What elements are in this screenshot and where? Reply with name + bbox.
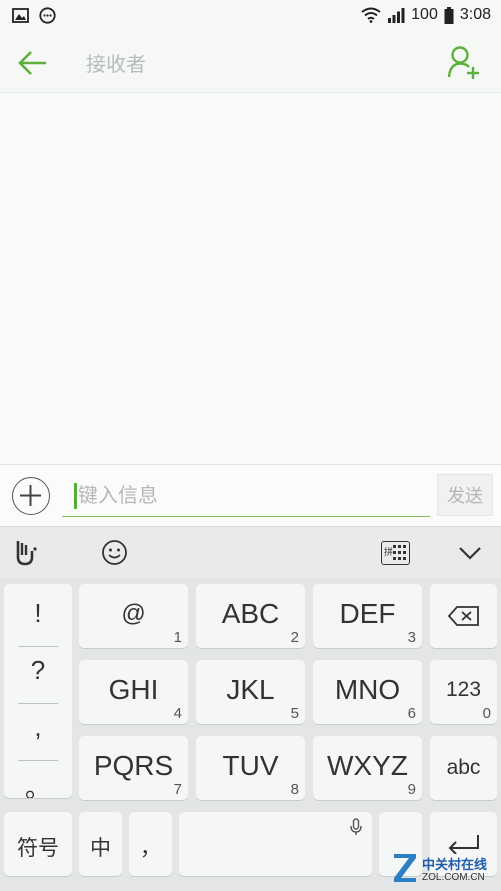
key-label: @: [121, 600, 146, 627]
keyboard: ! ? , 。 @ 1 ABC 2 DEF 3 GHI 4 JKL 5 MNO …: [0, 578, 501, 891]
key-wxyz[interactable]: WXYZ 9: [313, 736, 422, 800]
backspace-icon: [448, 606, 479, 626]
key-number: 7: [173, 781, 182, 798]
symbol-key[interactable]: !: [4, 584, 72, 641]
add-contact-icon: [447, 46, 479, 79]
key-label: TUV: [222, 750, 279, 781]
add-contact-button[interactable]: [447, 44, 481, 80]
symbol-key[interactable]: ?: [4, 641, 72, 698]
key-label: JKL: [226, 674, 275, 705]
symbol-key[interactable]: 。: [4, 754, 72, 798]
key-number: 6: [407, 705, 416, 722]
abc-key[interactable]: abc: [430, 736, 497, 800]
key-tuv[interactable]: TUV 8: [196, 736, 305, 800]
key-label: ，: [140, 836, 161, 860]
watermark: 中关村在线 ZOL.COM.CN: [392, 852, 500, 888]
signal-icon: [388, 8, 405, 23]
key-pqrs[interactable]: PQRS 7: [79, 736, 188, 800]
watermark-url: ZOL.COM.CN: [422, 872, 485, 883]
key-number: 3: [407, 629, 416, 646]
message-list: [0, 92, 501, 464]
key-ghi[interactable]: GHI 4: [79, 660, 188, 724]
keyboard-layout-button[interactable]: 拼: [381, 541, 410, 565]
key-label: PQRS: [93, 750, 174, 781]
symbol-key[interactable]: ,: [4, 698, 72, 755]
attach-button[interactable]: [12, 477, 50, 515]
key-number: 2: [290, 629, 299, 646]
comma-key[interactable]: ，: [129, 812, 172, 876]
message-input[interactable]: [78, 479, 418, 511]
key-label: WXYZ: [327, 750, 408, 781]
clock: 3:08: [459, 6, 491, 23]
key-label: GHI: [108, 674, 159, 705]
key-label: MNO: [334, 674, 401, 705]
key-number: 0: [482, 705, 491, 722]
symbol-column: ! ? , 。: [4, 584, 72, 798]
back-button[interactable]: [16, 46, 50, 80]
text-cursor: [74, 483, 77, 509]
layout-badge: 拼: [384, 548, 394, 558]
key-number: 1: [173, 629, 182, 646]
back-arrow-icon: [18, 51, 46, 75]
send-button[interactable]: 发送: [437, 474, 493, 516]
image-icon: [12, 8, 29, 23]
key-label: ABC: [221, 598, 280, 629]
keyboard-layout-icon: [393, 545, 406, 560]
handwriting-icon[interactable]: [12, 539, 38, 567]
chat-icon: [39, 7, 56, 24]
key-number: 5: [290, 705, 299, 722]
recipient-field[interactable]: 接收者: [86, 48, 146, 77]
wifi-icon: [361, 7, 381, 23]
key-label: 中: [90, 836, 111, 860]
key-number: 8: [290, 781, 299, 798]
key-label: 123: [445, 678, 482, 701]
key-at[interactable]: @ 1: [79, 584, 188, 648]
zol-logo-icon: [394, 854, 416, 882]
key-jkl[interactable]: JKL 5: [196, 660, 305, 724]
emoji-icon[interactable]: [101, 539, 128, 566]
key-abc[interactable]: ABC 2: [196, 584, 305, 648]
battery-level: 100: [411, 6, 438, 23]
keyboard-toolbar: 拼: [0, 526, 501, 578]
key-def[interactable]: DEF 3: [313, 584, 422, 648]
battery-icon: [444, 6, 454, 24]
plus-icon: [20, 485, 41, 506]
key-label: DEF: [339, 598, 396, 629]
microphone-icon: [350, 818, 362, 835]
key-number: 9: [407, 781, 416, 798]
symbols-key[interactable]: 符号: [4, 812, 72, 876]
header: 接收者: [0, 32, 501, 92]
key-label: abc: [446, 756, 481, 779]
key-label: 符号: [17, 836, 59, 860]
collapse-keyboard-icon[interactable]: [458, 545, 482, 561]
numbers-key[interactable]: 123 0: [430, 660, 497, 724]
backspace-key[interactable]: [430, 584, 497, 648]
status-bar: 100 3:08: [0, 0, 501, 32]
message-input-wrapper: [62, 473, 430, 517]
watermark-name: 中关村在线: [422, 858, 488, 873]
enter-icon: [448, 835, 479, 854]
space-key[interactable]: [179, 812, 372, 876]
chinese-mode-key[interactable]: 中: [79, 812, 122, 876]
key-mno[interactable]: MNO 6: [313, 660, 422, 724]
compose-bar: 发送: [0, 464, 501, 526]
key-number: 4: [173, 705, 182, 722]
